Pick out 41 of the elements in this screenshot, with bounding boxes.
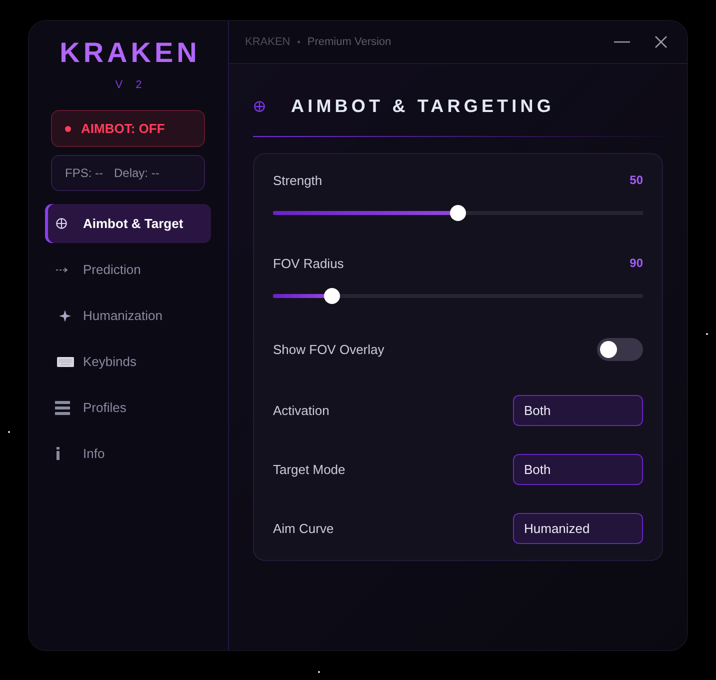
setting-label: Aim Curve <box>273 521 334 536</box>
toggle-switch[interactable] <box>597 338 643 361</box>
close-icon <box>655 36 667 48</box>
dashed-arrow-icon <box>56 266 68 272</box>
sparkle-icon <box>59 310 71 322</box>
version-label: V 2 <box>114 78 147 92</box>
title-separator: • <box>297 37 300 47</box>
stat-text: FPS: -- <box>65 166 103 180</box>
nav-item[interactable]: Prediction <box>45 250 211 289</box>
status-text: AIMBOT: OFF <box>81 121 165 136</box>
setting-label: Strength <box>273 172 322 188</box>
stat-text: Delay: -- <box>114 166 160 180</box>
nav-item[interactable]: Keybinds <box>45 342 211 381</box>
select-field[interactable]: Humanized <box>513 513 643 544</box>
setting-value: 50 <box>630 173 643 187</box>
setting-label: FOV Radius <box>273 256 344 270</box>
crosshair-icon <box>56 218 67 229</box>
minimize-icon <box>614 41 630 43</box>
select-field[interactable]: Both <box>513 454 643 485</box>
nav-item[interactable]: Aimbot & Target <box>45 204 211 243</box>
select-field[interactable]: Both <box>513 395 643 426</box>
keyboard-icon <box>57 356 74 366</box>
close-button[interactable] <box>655 36 667 48</box>
app-logo: KRAKEN <box>58 36 200 70</box>
minimize-button[interactable] <box>614 41 630 43</box>
info-icon <box>56 447 60 460</box>
crosshair-icon <box>254 100 265 112</box>
nav-item[interactable]: Info <box>45 434 211 473</box>
slider-thumb[interactable] <box>324 288 340 304</box>
slider-thumb[interactable] <box>450 205 466 221</box>
list-icon <box>55 400 70 414</box>
nav-item[interactable]: Humanization <box>45 296 211 335</box>
setting-value: 90 <box>630 256 643 270</box>
page-title: AIMBOT & TARGETING <box>291 96 554 116</box>
setting-label: Show FOV Overlay <box>273 342 384 357</box>
title-app-name: KRAKEN <box>245 36 290 48</box>
status-dot-icon <box>65 126 71 132</box>
title-subtitle: Premium Version <box>307 36 392 48</box>
nav-item[interactable]: Profiles <box>45 388 211 427</box>
setting-label: Target Mode <box>273 462 346 477</box>
setting-label: Activation <box>273 403 330 418</box>
